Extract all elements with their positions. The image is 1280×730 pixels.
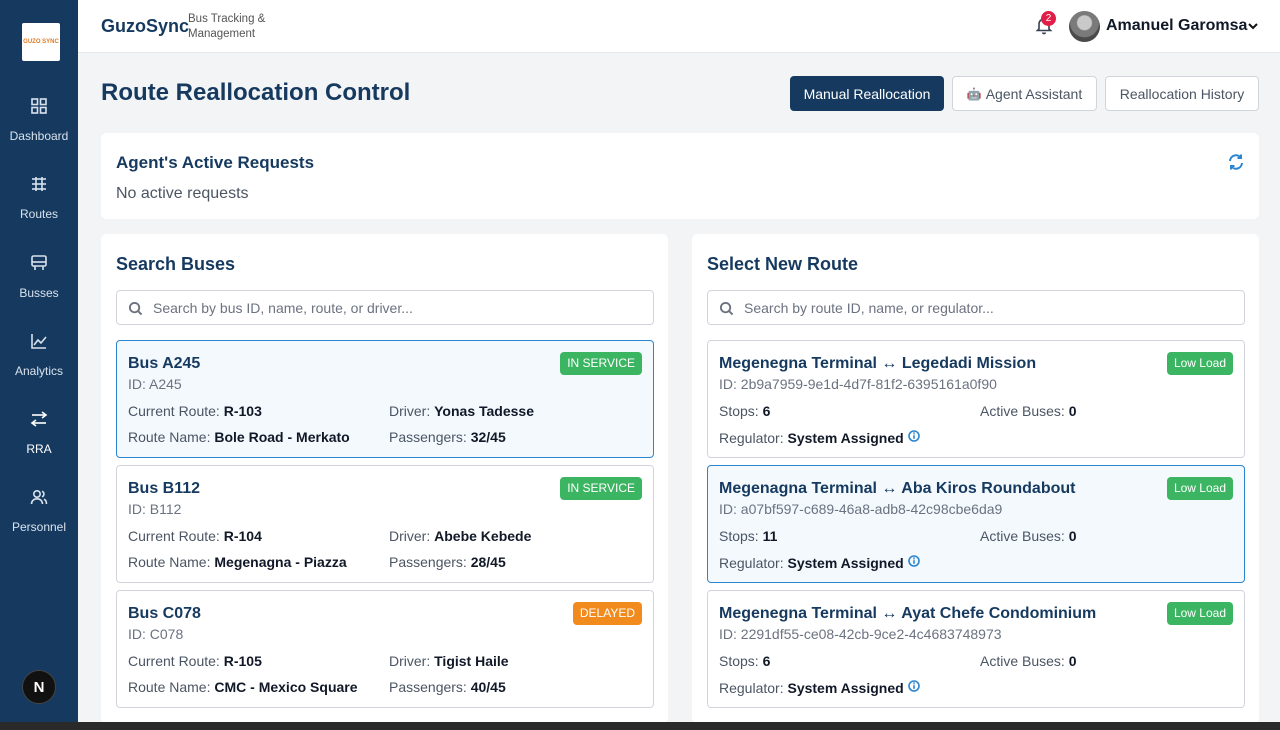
sidebar-item-personnel[interactable]: Personnel (0, 487, 78, 547)
info-icon[interactable] (907, 429, 920, 442)
route-name-row: Route Name: CMC - Mexico Square (128, 679, 358, 695)
agent-assistant-label: Agent Assistant (985, 85, 1083, 102)
routes-icon (29, 174, 49, 199)
stops-row: Stops: 6 (719, 653, 771, 669)
top-header: GuzoSync Bus Tracking & Management 2 Ama… (78, 0, 1280, 53)
bus-name: Bus A245 (128, 355, 201, 372)
info-icon[interactable] (907, 554, 920, 567)
current-route-row: Current Route: R-104 (128, 528, 262, 544)
info-icon[interactable] (907, 679, 920, 692)
bus-card-b112[interactable]: Bus B112 ID: B112 IN SERVICE Current Rou… (116, 465, 654, 583)
status-badge: IN SERVICE (560, 477, 642, 500)
sidebar-item-analytics[interactable]: Analytics (0, 331, 78, 391)
sidebar-item-dashboard[interactable]: Dashboard (0, 96, 78, 156)
sidebar-item-label: Busses (19, 286, 59, 300)
select-route-title: Select New Route (707, 254, 859, 274)
sidebar-item-label: RRA (26, 442, 52, 456)
brand-subtitle: Bus Tracking & Management (188, 13, 266, 40)
load-badge: Low Load (1166, 602, 1233, 625)
sidebar: GUZO SYNC Dashboard Routes Busses Analyt… (0, 0, 78, 722)
route-name: Megenegna Terminal ↔ Ayat Chefe Condomin… (719, 605, 1097, 622)
status-badge: DELAYED (572, 602, 642, 625)
route-id: ID: a07bf597-c689-46a8-adb8-42c98cbe6da9 (719, 501, 1003, 517)
regulator-row: Regulator: System Assigned (719, 554, 920, 571)
status-badge: IN SERVICE (560, 352, 642, 375)
bus-icon (29, 253, 49, 278)
app-logo[interactable]: GUZO SYNC (22, 23, 60, 61)
grid-icon (29, 96, 49, 121)
passengers-row: Passengers: 32/45 (389, 429, 506, 445)
route-card-legedadi[interactable]: Megenegna Terminal ↔ Legedadi Mission ID… (707, 340, 1245, 458)
refresh-icon[interactable] (1227, 153, 1245, 171)
sidebar-item-label: Dashboard (9, 129, 69, 143)
active-buses-row: Active Buses: 0 (980, 403, 1077, 419)
sidebar-item-label: Personnel (11, 520, 67, 534)
driver-row: Driver: Yonas Tadesse (389, 403, 534, 419)
active-requests-empty: No active requests (116, 185, 249, 202)
driver-row: Driver: Tigist Haile (389, 653, 509, 669)
route-id: ID: 2b9a7959-9e1d-4d7f-81f2-6395161a0f90 (719, 376, 997, 392)
manual-reallocation-button[interactable]: Manual Reallocation (790, 76, 944, 111)
bus-card-c078[interactable]: Bus C078 ID: C078 DELAYED Current Route:… (116, 590, 654, 708)
regulator-row: Regulator: System Assigned (719, 429, 920, 446)
notification-count-badge: 2 (1041, 11, 1056, 26)
regulator-row: Regulator: System Assigned (719, 679, 920, 696)
route-name-row: Route Name: Megenagna - Piazza (128, 554, 347, 570)
search-buses-title: Search Buses (116, 254, 236, 274)
user-name[interactable]: Amanuel Garomsa (1106, 17, 1247, 35)
current-route-row: Current Route: R-105 (128, 653, 262, 669)
bus-name: Bus C078 (128, 605, 201, 622)
select-route-panel: Select New Route Megenegna Terminal ↔ Le… (692, 234, 1259, 724)
load-badge: Low Load (1166, 477, 1233, 500)
transfer-icon (29, 409, 49, 434)
route-name-row: Route Name: Bole Road - Merkato (128, 429, 350, 445)
stops-row: Stops: 11 (719, 528, 778, 544)
load-badge: Low Load (1166, 352, 1233, 375)
dev-tools-badge[interactable]: N (22, 670, 56, 704)
reallocation-history-button[interactable]: Reallocation History (1105, 76, 1259, 111)
avatar[interactable] (1069, 11, 1100, 42)
bus-id: ID: C078 (128, 626, 184, 642)
passengers-row: Passengers: 28/45 (389, 554, 506, 570)
active-requests-card: Agent's Active Requests No active reques… (101, 133, 1259, 219)
chevron-down-icon[interactable] (1246, 19, 1260, 33)
sidebar-item-routes[interactable]: Routes (0, 174, 78, 234)
bus-id: ID: B112 (128, 501, 182, 517)
bus-name: Bus B112 (128, 480, 201, 497)
bus-card-a245[interactable]: Bus A245 ID: A245 IN SERVICE Current Rou… (116, 340, 654, 458)
app-window: GUZO SYNC Dashboard Routes Busses Analyt… (0, 0, 1280, 724)
robot-icon: 🤖 (966, 86, 982, 101)
agent-assistant-button[interactable]: 🤖 Agent Assistant (952, 76, 1097, 111)
route-card-aba-kiros[interactable]: Megenagna Terminal ↔ Aba Kiros Roundabou… (707, 465, 1245, 583)
search-icon (719, 301, 734, 316)
stops-row: Stops: 6 (719, 403, 771, 419)
sidebar-item-rra[interactable]: RRA (0, 409, 78, 469)
bus-id: ID: A245 (128, 376, 182, 392)
users-icon (29, 487, 49, 512)
sidebar-item-busses[interactable]: Busses (0, 253, 78, 313)
search-buses-panel: Search Buses Bus A245 ID: A245 IN SERVIC… (101, 234, 668, 724)
active-requests-title: Agent's Active Requests (116, 153, 315, 172)
route-search-input[interactable] (744, 291, 1239, 324)
page-title: Route Reallocation Control (101, 79, 411, 106)
sidebar-item-label: Analytics (14, 364, 64, 378)
route-name: Megenagna Terminal ↔ Aba Kiros Roundabou… (719, 480, 1076, 497)
active-buses-row: Active Buses: 0 (980, 528, 1077, 544)
current-route-row: Current Route: R-103 (128, 403, 262, 419)
search-icon (128, 301, 143, 316)
driver-row: Driver: Abebe Kebede (389, 528, 532, 544)
route-card-ayat[interactable]: Megenegna Terminal ↔ Ayat Chefe Condomin… (707, 590, 1245, 708)
route-id: ID: 2291df55-ce08-42cb-9ce2-4c4683748973 (719, 626, 1002, 642)
chart-icon (29, 331, 49, 356)
active-buses-row: Active Buses: 0 (980, 653, 1077, 669)
bus-search-input[interactable] (153, 291, 648, 324)
brand-name: GuzoSync (101, 16, 190, 36)
logo-text: GUZO SYNC (23, 39, 59, 45)
route-name: Megenegna Terminal ↔ Legedadi Mission (719, 355, 1037, 372)
bus-search-box (116, 290, 654, 325)
sidebar-item-label: Routes (19, 207, 59, 221)
window-bottom-edge (0, 722, 1280, 730)
passengers-row: Passengers: 40/45 (389, 679, 506, 695)
route-search-box (707, 290, 1245, 325)
